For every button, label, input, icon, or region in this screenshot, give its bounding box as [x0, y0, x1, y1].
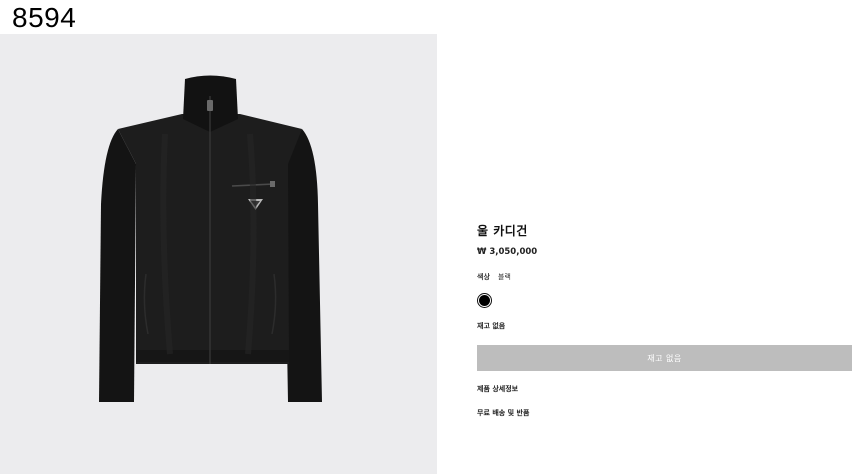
product-title: 울 카디건	[477, 224, 528, 238]
product-image[interactable]	[0, 34, 437, 474]
product-details-link[interactable]: 제품 상세정보	[477, 384, 853, 394]
color-swatch-black[interactable]	[477, 293, 492, 308]
color-value: 블랙	[497, 273, 511, 281]
color-label: 색상	[477, 273, 490, 281]
swatch-dot	[479, 295, 490, 306]
jacket-hem	[136, 350, 289, 362]
sold-out-button[interactable]: 재고 없음	[477, 345, 852, 371]
right-sleeve	[284, 129, 322, 402]
page-id-label: 8594	[12, 2, 77, 33]
product-details: 울 카디건 ₩ 3,050,000 색상 블랙 재고 없음 재고 없음 제품 상…	[477, 222, 853, 418]
left-sleeve	[99, 129, 136, 402]
shipping-returns-link[interactable]: 무료 배송 및 반품	[477, 408, 853, 418]
color-row: 색상 블랙	[477, 272, 853, 282]
product-price: ₩ 3,050,000	[477, 247, 538, 257]
product-page: 8594 울 카디건 ₩ 3,050,000 색상 블랙 재고 없음 재고 없음…	[0, 0, 860, 474]
stock-status: 재고 없음	[477, 322, 506, 330]
